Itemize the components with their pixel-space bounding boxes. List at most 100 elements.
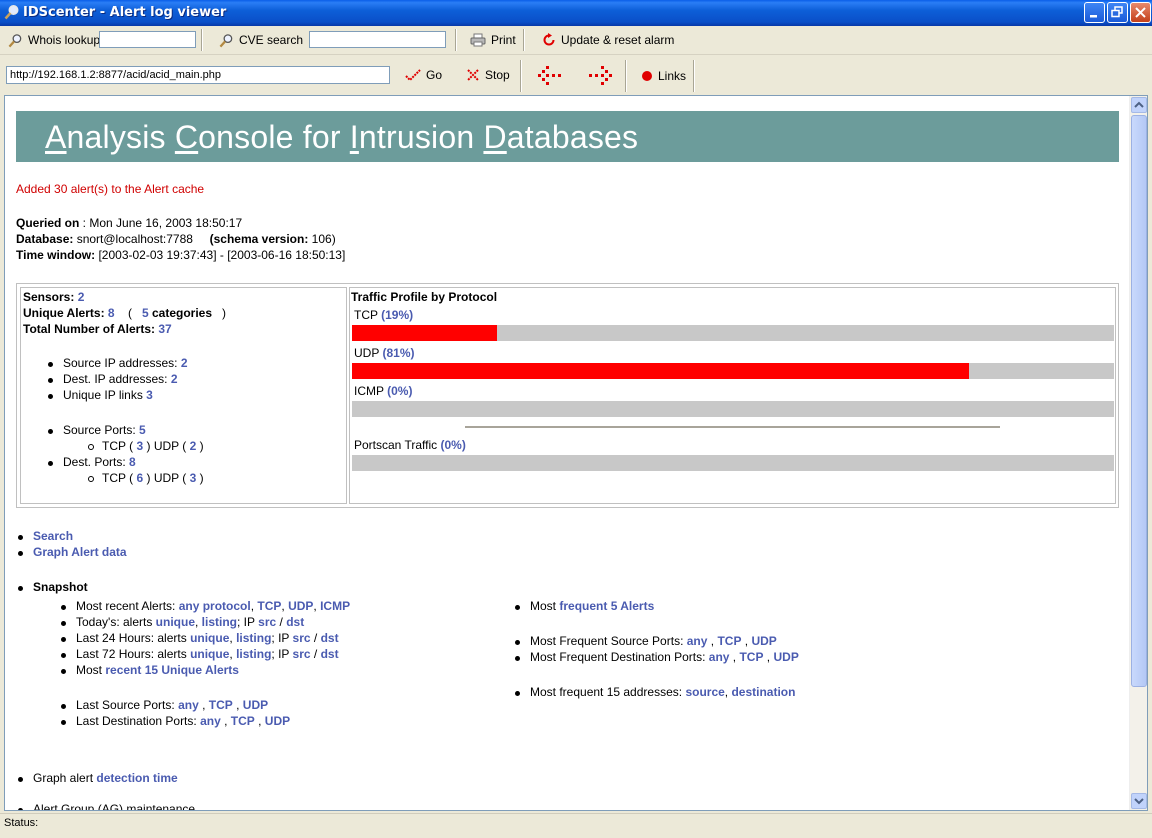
last24-dst-link[interactable]: dst — [321, 631, 339, 645]
cve-input[interactable] — [309, 31, 446, 48]
last-dst-udp-link[interactable]: UDP — [265, 714, 290, 728]
last72-unique-link[interactable]: unique — [190, 647, 229, 661]
bullet — [48, 461, 53, 466]
print-button[interactable]: Print — [470, 30, 516, 50]
freq-source-addresses-link[interactable]: source — [685, 685, 724, 699]
categories-link[interactable]: 5 — [142, 306, 149, 320]
today-dst-link[interactable]: dst — [286, 615, 304, 629]
any-protocol-link[interactable]: any protocol — [179, 599, 251, 613]
recent-tcp-link[interactable]: TCP — [257, 599, 281, 613]
source-udp-link[interactable]: 2 — [190, 439, 197, 453]
recent-15-unique-alerts-link[interactable]: recent 15 Unique Alerts — [105, 663, 239, 677]
last72-listing-link[interactable]: listing — [236, 647, 271, 661]
last-dst-any-link[interactable]: any — [200, 714, 221, 728]
freq-src-udp-link[interactable]: UDP — [751, 634, 776, 648]
icmp-traffic-link[interactable]: (0%) — [387, 384, 412, 398]
recent-udp-link[interactable]: UDP — [288, 599, 313, 613]
scroll-up-button[interactable] — [1131, 97, 1147, 113]
unique-ip-links-link[interactable]: 3 — [146, 388, 153, 402]
tcp-traffic-link[interactable]: (19%) — [381, 308, 413, 322]
freq-dst-any-link[interactable]: any — [709, 650, 730, 664]
stop-button[interactable]: Stop — [466, 65, 510, 85]
links-label: Links — [658, 69, 687, 83]
freq-src-tcp-link[interactable]: TCP — [717, 634, 741, 648]
forward-button[interactable] — [584, 65, 614, 85]
last72-dst-link[interactable]: dst — [321, 647, 339, 661]
freq-dst-tcp-link[interactable]: TCP — [739, 650, 763, 664]
dest-tcp-link[interactable]: 6 — [136, 471, 143, 485]
tcp-label-line: TCP (19%) — [354, 308, 414, 322]
forward-arrow-icon — [589, 66, 612, 85]
bullet — [61, 605, 66, 610]
whois-lookup-button[interactable]: Whois lookup — [8, 30, 100, 50]
last-src-udp-link[interactable]: UDP — [243, 698, 268, 712]
source-ports-breakdown: TCP ( 3 ) UDP ( 2 ) — [102, 439, 204, 453]
toolbar-separator — [201, 29, 203, 51]
update-reset-alarm-button[interactable]: Update & reset alarm — [542, 30, 674, 50]
back-button[interactable] — [536, 65, 566, 85]
udp-bar-track — [352, 363, 1114, 379]
summary-table: Sensors: 2 Unique Alerts: 8 ( 5 categori… — [16, 283, 1119, 508]
whois-input[interactable] — [99, 31, 196, 48]
last-src-tcp-link[interactable]: TCP — [209, 698, 233, 712]
source-ip-link[interactable]: 2 — [181, 356, 188, 370]
last72-src-link[interactable]: src — [293, 647, 311, 661]
search-link[interactable]: Search — [33, 529, 73, 543]
sensors-link[interactable]: 2 — [78, 290, 85, 304]
bullet — [515, 691, 520, 696]
print-label: Print — [491, 33, 516, 47]
bullet — [515, 640, 520, 645]
last-src-any-link[interactable]: any — [178, 698, 199, 712]
url-input[interactable] — [6, 66, 390, 84]
freq-dst-udp-link[interactable]: UDP — [773, 650, 798, 664]
traffic-profile-cell: Traffic Profile by Protocol TCP (19%) UD… — [349, 287, 1116, 504]
restore-button[interactable] — [1107, 2, 1128, 23]
last24-alerts-line: Last 24 Hours: alerts unique, listing; I… — [76, 631, 339, 645]
unique-ip-links-line: Unique IP links 3 — [63, 388, 153, 402]
scroll-down-button[interactable] — [1131, 793, 1147, 809]
freq-source-ports-line: Most Frequent Source Ports: any , TCP , … — [530, 634, 777, 648]
source-ports-link[interactable]: 5 — [139, 423, 146, 437]
today-listing-link[interactable]: listing — [202, 615, 237, 629]
status-label: Status: — [4, 817, 39, 829]
back-arrow-icon — [538, 66, 561, 85]
links-button[interactable]: Links — [641, 66, 686, 86]
portscan-bar-track — [352, 455, 1114, 471]
dest-ports-link[interactable]: 8 — [129, 455, 136, 469]
minimize-button[interactable] — [1084, 2, 1105, 23]
last24-listing-link[interactable]: listing — [236, 631, 271, 645]
today-unique-link[interactable]: unique — [156, 615, 195, 629]
source-tcp-link[interactable]: 3 — [136, 439, 143, 453]
unique-alerts-link[interactable]: 8 — [108, 306, 115, 320]
udp-traffic-link[interactable]: (81%) — [382, 346, 414, 360]
last-dst-tcp-link[interactable]: TCP — [231, 714, 255, 728]
graph-alert-data-link[interactable]: Graph Alert data — [33, 545, 127, 559]
dest-udp-link[interactable]: 3 — [190, 471, 197, 485]
acid-banner: Analysis Console for Intrusion Databases — [16, 111, 1119, 162]
total-alerts-link[interactable]: 37 — [158, 322, 171, 336]
last24-unique-link[interactable]: unique — [190, 631, 229, 645]
bullet — [61, 637, 66, 642]
bullet — [61, 669, 66, 674]
snapshot-heading: Snapshot — [33, 580, 88, 594]
cve-search-button[interactable]: CVE search — [219, 30, 303, 50]
vertical-scrollbar[interactable] — [1129, 96, 1147, 810]
last-dest-ports-line: Last Destination Ports: any , TCP , UDP — [76, 714, 291, 728]
last24-src-link[interactable]: src — [293, 631, 311, 645]
alert-group-line[interactable]: Alert Group (AG) maintenance — [33, 802, 195, 810]
scroll-thumb[interactable] — [1131, 115, 1147, 687]
today-src-link[interactable]: src — [258, 615, 276, 629]
recent-icmp-link[interactable]: ICMP — [320, 599, 350, 613]
dest-ip-link[interactable]: 2 — [171, 372, 178, 386]
close-button[interactable] — [1130, 2, 1151, 23]
detection-time-link[interactable]: detection time — [96, 771, 177, 785]
last-source-ports-line: Last Source Ports: any , TCP , UDP — [76, 698, 269, 712]
freq-destination-addresses-link[interactable]: destination — [731, 685, 795, 699]
portscan-traffic-link[interactable]: (0%) — [441, 438, 466, 452]
printer-icon — [470, 33, 486, 47]
freq-src-any-link[interactable]: any — [687, 634, 708, 648]
go-button[interactable]: Go — [405, 65, 442, 85]
last72-alerts-line: Last 72 Hours: alerts unique, listing; I… — [76, 647, 339, 661]
frequent-5-alerts-link[interactable]: frequent 5 Alerts — [559, 599, 654, 613]
queried-on: Queried on : Mon June 16, 2003 18:50:17 — [16, 216, 243, 230]
